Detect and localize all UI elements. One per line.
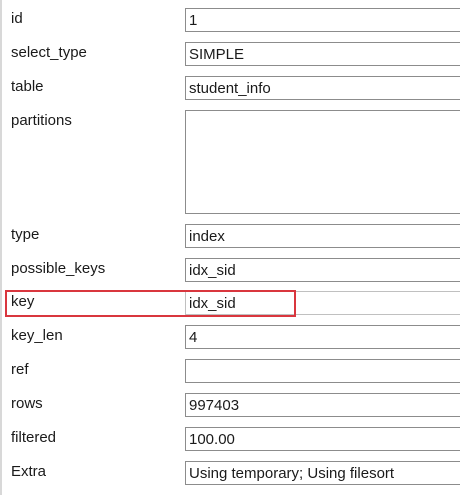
label-ref: ref — [11, 361, 29, 378]
label-rows: rows — [11, 395, 43, 412]
label-filtered: filtered — [11, 429, 57, 446]
label-id: id — [11, 10, 23, 27]
label-select-type: select_type — [11, 44, 87, 61]
left-border — [0, 0, 2, 495]
field-type[interactable]: index — [185, 224, 460, 248]
label-table: table — [11, 78, 44, 95]
field-extra[interactable]: Using temporary; Using filesort — [185, 461, 460, 485]
field-possible-keys[interactable]: idx_sid — [185, 258, 460, 282]
field-id[interactable]: 1 — [185, 8, 460, 32]
field-ref[interactable] — [185, 359, 460, 383]
field-filtered[interactable]: 100.00 — [185, 427, 460, 451]
field-rows[interactable]: 997403 — [185, 393, 460, 417]
field-partitions[interactable] — [185, 110, 460, 214]
field-key[interactable]: idx_sid — [185, 291, 460, 315]
field-key-len[interactable]: 4 — [185, 325, 460, 349]
label-partitions: partitions — [11, 112, 72, 129]
label-extra: Extra — [11, 463, 47, 480]
label-key-len: key_len — [11, 327, 63, 344]
label-key: key — [11, 293, 35, 310]
field-table[interactable]: student_info — [185, 76, 460, 100]
label-type: type — [11, 226, 40, 243]
label-possible-keys: possible_keys — [11, 260, 106, 277]
field-select-type[interactable]: SIMPLE — [185, 42, 460, 66]
